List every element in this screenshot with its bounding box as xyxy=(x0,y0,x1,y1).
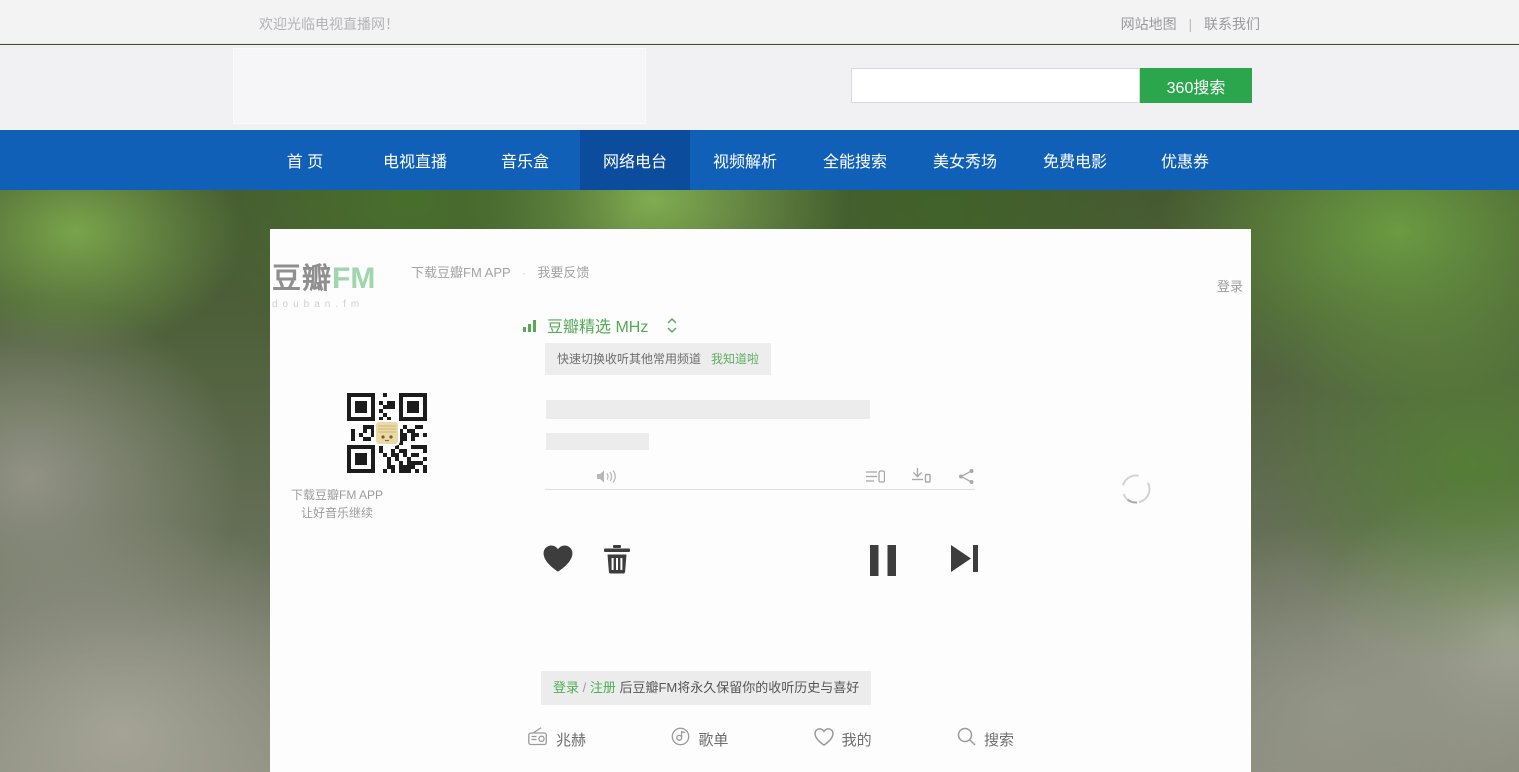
search-button[interactable]: 360搜索 xyxy=(1140,68,1252,103)
download-icon[interactable] xyxy=(911,467,931,485)
nav-item-free-movie[interactable]: 免费电影 xyxy=(1020,130,1130,190)
channel-selector[interactable]: 豆瓣精选 MHz xyxy=(523,313,678,337)
feedback-link[interactable]: 我要反馈 xyxy=(537,265,589,280)
site-header: 360搜索 xyxy=(0,45,1519,130)
heart-outline-icon xyxy=(814,728,834,751)
nav-item-music-box[interactable]: 音乐盒 xyxy=(470,130,580,190)
loading-spinner-icon xyxy=(1118,471,1154,507)
douban-fm-panel: 豆瓣FM douban.fm 下载豆瓣FM APP · 我要反馈 登录 豆瓣精选… xyxy=(270,229,1251,772)
fm-tab-label: 歌单 xyxy=(698,729,728,750)
disc-icon xyxy=(671,727,690,751)
fm-top-links: 下载豆瓣FM APP · 我要反馈 xyxy=(411,262,589,281)
logo-fm: FM xyxy=(332,262,375,295)
song-title-placeholder xyxy=(546,400,870,419)
channel-tooltip: 快速切换收听其他常用频道我知道啦 xyxy=(545,343,771,375)
search-input[interactable] xyxy=(851,68,1140,103)
share-icon[interactable] xyxy=(958,468,975,485)
login-notice: 登录 / 注册 后豆瓣FM将永久保留你的收听历史与喜好 xyxy=(541,671,871,705)
qr-caption-line2: 让好音乐继续 xyxy=(237,504,437,521)
signal-bars-icon xyxy=(523,318,537,332)
radio-icon xyxy=(528,727,548,751)
pause-button[interactable] xyxy=(870,545,896,576)
lyrics-icon[interactable] xyxy=(866,468,885,485)
topbar: 欢迎光临电视直播网！ 网站地图 | 联系我们 xyxy=(0,0,1519,44)
welcome-text: 欢迎光临电视直播网！ xyxy=(259,14,399,34)
douban-fm-logo: 豆瓣FM douban.fm xyxy=(272,255,382,310)
trash-button[interactable] xyxy=(604,545,630,574)
artist-placeholder xyxy=(546,433,649,450)
nav-item-home[interactable]: 首 页 xyxy=(250,130,360,190)
notice-register-link[interactable]: 注册 xyxy=(590,680,616,695)
fm-tab-megahertz[interactable]: 兆赫 xyxy=(528,727,586,751)
download-app-link[interactable]: 下载豆瓣FM APP xyxy=(411,265,510,280)
fm-tab-search[interactable]: 搜索 xyxy=(957,727,1014,751)
topbar-links: 网站地图 | 联系我们 xyxy=(1121,14,1260,34)
chevron-updown-icon xyxy=(666,317,678,334)
notice-message: 后豆瓣FM将永久保留你的收听历史与喜好 xyxy=(616,680,859,695)
site-logo-placeholder xyxy=(233,48,646,124)
notice-separator: / xyxy=(579,680,590,695)
fm-tab-label: 兆赫 xyxy=(556,729,586,750)
qr-caption-line1: 下载豆瓣FM APP xyxy=(237,486,437,503)
link-dot-separator: · xyxy=(522,268,526,280)
main-nav: 首 页 电视直播 音乐盒 网络电台 视频解析 全能搜索 美女秀场 免费电影 优惠… xyxy=(0,130,1519,190)
skip-next-button[interactable] xyxy=(951,545,978,572)
fm-mascot-icon xyxy=(374,420,400,446)
search-icon xyxy=(957,727,976,751)
fm-tab-playlists[interactable]: 歌单 xyxy=(671,727,728,751)
sitemap-link[interactable]: 网站地图 xyxy=(1121,16,1177,32)
nav-item-tv-live[interactable]: 电视直播 xyxy=(360,130,470,190)
like-heart-button[interactable] xyxy=(543,545,573,572)
qr-code xyxy=(347,393,427,473)
nav-item-all-search[interactable]: 全能搜索 xyxy=(800,130,910,190)
progress-track xyxy=(545,489,975,490)
nav-item-video-parse[interactable]: 视频解析 xyxy=(690,130,800,190)
nav-item-web-radio[interactable]: 网络电台 xyxy=(580,130,690,190)
channel-name: 豆瓣精选 MHz xyxy=(547,313,648,337)
topbar-divider: | xyxy=(1188,16,1192,32)
tooltip-text: 快速切换收听其他常用频道 xyxy=(557,352,701,366)
fm-tab-label: 我的 xyxy=(842,729,872,750)
logo-zh: 豆瓣 xyxy=(272,263,332,295)
tooltip-dismiss-link[interactable]: 我知道啦 xyxy=(711,352,759,366)
notice-login-link[interactable]: 登录 xyxy=(553,680,579,695)
fm-bottom-nav: 兆赫 歌单 我的 xyxy=(528,727,1014,751)
nav-item-beauty-show[interactable]: 美女秀场 xyxy=(910,130,1020,190)
fm-tab-mine[interactable]: 我的 xyxy=(814,727,872,751)
fm-tab-label: 搜索 xyxy=(984,729,1014,750)
fm-login-link[interactable]: 登录 xyxy=(1217,276,1243,295)
nav-item-coupon[interactable]: 优惠券 xyxy=(1130,130,1240,190)
volume-icon[interactable] xyxy=(596,469,617,484)
contact-link[interactable]: 联系我们 xyxy=(1204,16,1260,32)
logo-domain: douban.fm xyxy=(272,299,382,310)
